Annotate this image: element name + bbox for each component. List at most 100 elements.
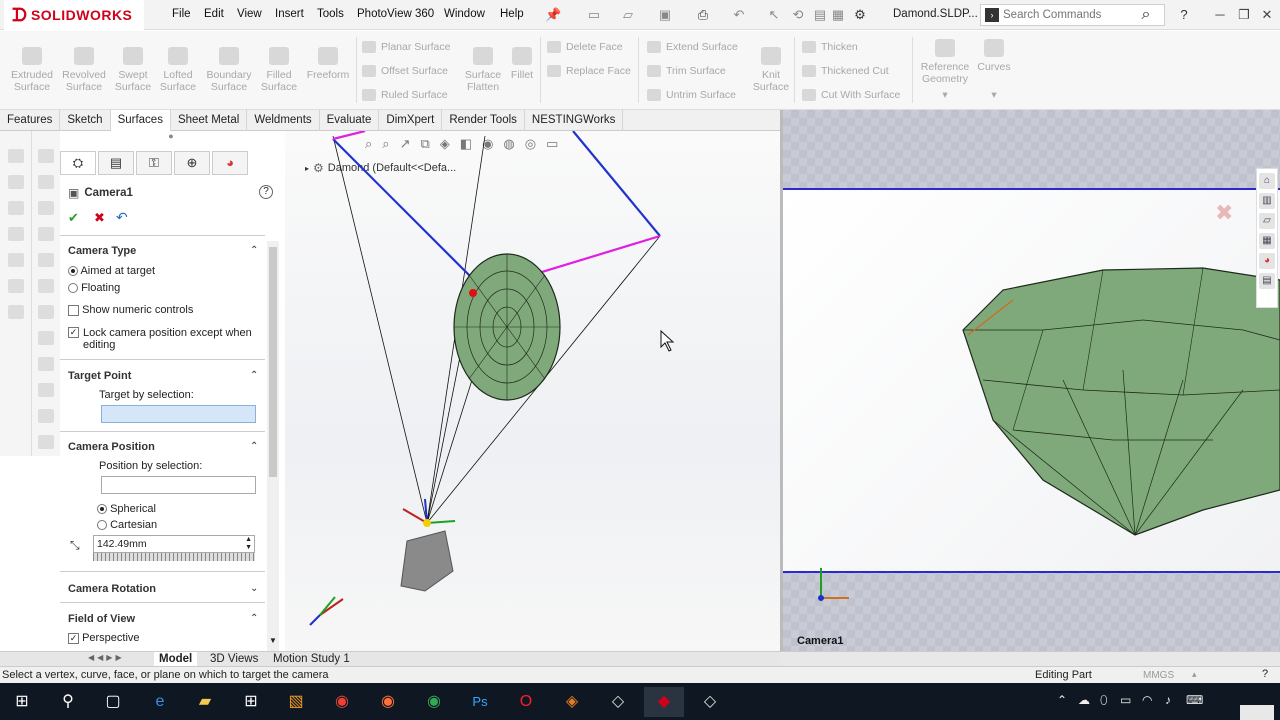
target-selection-box[interactable]	[101, 405, 256, 423]
notification-badge[interactable]	[1240, 705, 1274, 720]
tool-icon[interactable]	[8, 201, 24, 215]
solidworks-logo[interactable]: ᗪ SOLIDWORKS	[4, 0, 144, 30]
reference-geometry-button[interactable]: Reference Geometry ▾	[917, 39, 973, 101]
cloud-icon[interactable]: ☁	[1078, 693, 1090, 707]
tool-icon[interactable]	[38, 201, 54, 215]
new-icon[interactable]: ▭	[586, 7, 602, 23]
tool-icon[interactable]	[8, 253, 24, 267]
undo-icon[interactable]: ↶	[116, 209, 128, 226]
tab-surfaces[interactable]: Surfaces	[110, 110, 171, 131]
file-explorer-icon[interactable]: ▰	[185, 687, 225, 717]
camera-type-header[interactable]: Camera Type	[68, 245, 136, 257]
camera-rotation-header[interactable]: Camera Rotation	[68, 583, 156, 595]
tool-icon[interactable]	[38, 279, 54, 293]
radio-button[interactable]	[97, 520, 107, 531]
configuration-manager-tab[interactable]: ⚿	[136, 151, 172, 175]
tool-icon[interactable]	[38, 357, 54, 371]
extend-surface-button[interactable]: Extend Surface	[647, 39, 738, 55]
sublime-icon[interactable]: ▧	[276, 687, 316, 717]
field-of-view-header[interactable]: Field of View	[68, 613, 135, 625]
file-props-icon[interactable]: ▤	[812, 7, 828, 23]
pin-icon[interactable]: 📌	[545, 7, 561, 23]
menu-tools[interactable]: Tools	[317, 8, 344, 20]
radio-cartesian[interactable]: Cartesian	[97, 519, 157, 531]
tool-icon[interactable]	[8, 227, 24, 241]
network-icon[interactable]: ◠	[1142, 693, 1152, 707]
property-manager-tab[interactable]: ▤	[98, 151, 134, 175]
trim-surface-button[interactable]: Trim Surface	[647, 63, 726, 79]
file-explorer-icon[interactable]: ▱	[1259, 213, 1275, 229]
tray-chevron-icon[interactable]: ⌃	[1057, 693, 1067, 707]
search-icon[interactable]: ⚲	[48, 687, 88, 717]
menu-edit[interactable]: Edit	[204, 8, 224, 20]
tool-icon[interactable]	[38, 227, 54, 241]
units[interactable]: MMGS	[1143, 670, 1174, 681]
distance-spinner[interactable]: 142.49mm ▲ ▼	[93, 535, 255, 553]
undo-icon[interactable]: ↶	[731, 7, 747, 23]
tool-icon[interactable]	[38, 305, 54, 319]
ruled-surface-button[interactable]: Ruled Surface	[362, 87, 448, 103]
menu-window[interactable]: Window	[444, 8, 485, 20]
view-palette-icon[interactable]: ▦	[1259, 233, 1275, 249]
notification-icon[interactable]: ?	[1262, 668, 1268, 680]
curves-button[interactable]: Curves ▾	[973, 39, 1015, 101]
boundary-surface-button[interactable]: Boundary Surface	[203, 47, 255, 93]
custom-properties-icon[interactable]: ▤	[1259, 273, 1275, 289]
app2-icon[interactable]: ◇	[598, 687, 638, 717]
chrome-icon[interactable]: ◉	[322, 687, 362, 717]
tab-model[interactable]: Model	[154, 652, 198, 666]
tool-icon[interactable]	[8, 175, 24, 189]
tab-nestingworks[interactable]: NESTINGWorks	[525, 110, 624, 131]
minimize-icon[interactable]: ─	[1210, 6, 1230, 24]
tool-icon[interactable]	[38, 253, 54, 267]
close-icon[interactable]: ✖	[1215, 200, 1233, 226]
home-icon[interactable]: ⌂	[1259, 173, 1275, 189]
tool-icon[interactable]	[38, 409, 54, 423]
dimxpert-manager-tab[interactable]: ⊕	[174, 151, 210, 175]
display-manager-tab[interactable]: ◕	[212, 151, 248, 175]
app-icon[interactable]: ◈	[552, 687, 592, 717]
battery-icon[interactable]: ▭	[1120, 693, 1131, 707]
firefox-icon[interactable]: ◉	[368, 687, 408, 717]
thicken-button[interactable]: Thicken	[802, 39, 858, 55]
chevron-up-icon[interactable]: ⌃	[250, 613, 258, 624]
thumbwheel[interactable]	[93, 553, 255, 561]
tool-icon[interactable]	[8, 279, 24, 293]
scroll-down-icon[interactable]: ▼	[269, 636, 277, 645]
rebuild-icon[interactable]: ⟲	[790, 7, 806, 23]
radio-spherical[interactable]: Spherical	[97, 503, 156, 515]
offset-surface-button[interactable]: Offset Surface	[362, 63, 448, 79]
scrollbar-thumb[interactable]	[269, 247, 277, 477]
help-icon[interactable]: ?	[1176, 7, 1192, 23]
tab-motion-study[interactable]: Motion Study 1	[268, 652, 355, 666]
chevron-up-icon[interactable]: ⌃	[250, 245, 258, 256]
pm-scrollbar[interactable]	[267, 241, 279, 651]
chevron-up-icon[interactable]: ⌃	[250, 441, 258, 452]
camera-position-header[interactable]: Camera Position	[68, 441, 155, 453]
help-icon[interactable]: ?	[259, 185, 273, 199]
tab-render-tools[interactable]: Render Tools	[442, 110, 525, 131]
tab-sheet-metal[interactable]: Sheet Metal	[171, 110, 248, 131]
replace-face-button[interactable]: Replace Face	[547, 63, 631, 79]
open-icon[interactable]: ▱	[620, 7, 636, 23]
tab-scroll-icons[interactable]: ◀◀▶▶	[88, 653, 125, 662]
tool-icon[interactable]	[8, 305, 24, 319]
edrawings-icon[interactable]: ◇	[690, 687, 730, 717]
chrome-dev-icon[interactable]: ◉	[414, 687, 454, 717]
checkbox-perspective[interactable]: ✓ Perspective	[68, 632, 140, 644]
position-selection-box[interactable]	[101, 476, 256, 494]
tab-sketch[interactable]: Sketch	[60, 110, 111, 131]
checkbox-lock-camera[interactable]: ✓ Lock camera position except when editi…	[68, 327, 258, 351]
knit-surface-button[interactable]: Knit Surface	[748, 47, 794, 93]
radio-button[interactable]	[68, 266, 78, 277]
checkbox[interactable]	[68, 304, 79, 316]
start-icon[interactable]: ⊞	[2, 687, 42, 717]
radio-floating[interactable]: Floating	[68, 282, 120, 294]
options-icon[interactable]: ▦	[830, 7, 846, 23]
tool-icon[interactable]	[38, 175, 54, 189]
feature-manager-tab[interactable]: ⛭	[60, 151, 96, 175]
spinner-arrows-icon[interactable]: ▲ ▼	[245, 536, 252, 552]
radio-aimed-at-target[interactable]: Aimed at target	[68, 265, 155, 277]
search-input[interactable]	[1003, 9, 1133, 21]
tool-icon[interactable]	[8, 149, 24, 163]
